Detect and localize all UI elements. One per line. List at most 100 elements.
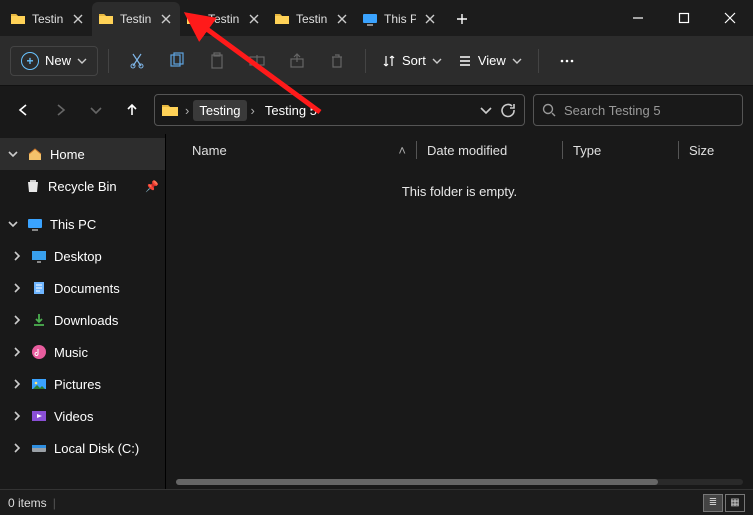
breadcrumb-item[interactable]: Testing 5: [259, 100, 323, 121]
sidebar-item-home[interactable]: Home: [0, 138, 165, 170]
sidebar-item-documents[interactable]: Documents: [0, 272, 165, 304]
disk-icon: [30, 439, 48, 457]
main-area: Home Recycle Bin 📌 This PC Desktop Docum…: [0, 134, 753, 489]
command-bar: + New Sort View: [0, 36, 753, 86]
view-button[interactable]: View: [452, 43, 528, 79]
separator: [108, 49, 109, 73]
separator: [538, 49, 539, 73]
nav-pane[interactable]: Home Recycle Bin 📌 This PC Desktop Docum…: [0, 134, 165, 489]
sidebar-item-pictures[interactable]: Pictures: [0, 368, 165, 400]
sort-label: Sort: [402, 53, 426, 68]
sidebar-item-music[interactable]: Music: [0, 336, 165, 368]
downloads-icon: [30, 311, 48, 329]
forward-button[interactable]: [46, 102, 74, 118]
delete-button[interactable]: [319, 43, 355, 79]
empty-folder-message: This folder is empty.: [166, 184, 753, 199]
search-input[interactable]: Search Testing 5: [533, 94, 743, 126]
chevron-down-icon[interactable]: [6, 219, 20, 229]
up-button[interactable]: [118, 102, 146, 118]
tab-3[interactable]: Testin: [268, 2, 356, 36]
close-tab-icon[interactable]: [158, 11, 174, 27]
chevron-right-icon[interactable]: [10, 315, 24, 325]
refresh-button[interactable]: [500, 102, 516, 118]
view-icon: [458, 54, 472, 68]
chevron-down-icon: [77, 56, 87, 66]
col-size[interactable]: Size: [679, 143, 753, 158]
maximize-button[interactable]: [661, 0, 707, 36]
chevron-right-icon[interactable]: [10, 411, 24, 421]
tab-strip: Testin Testin Testin Testin This P: [0, 0, 615, 36]
close-tab-icon[interactable]: [70, 11, 86, 27]
sort-icon: [382, 54, 396, 68]
tab-label: Testin: [32, 12, 64, 26]
home-icon: [26, 145, 44, 163]
new-button[interactable]: + New: [10, 46, 98, 76]
item-count: 0 items: [8, 496, 47, 510]
chevron-right-icon[interactable]: [10, 379, 24, 389]
copy-button[interactable]: [159, 43, 195, 79]
chevron-right-icon[interactable]: [10, 283, 24, 293]
chevron-down-icon[interactable]: [6, 149, 20, 159]
close-window-button[interactable]: [707, 0, 753, 36]
sidebar-item-thispc[interactable]: This PC: [0, 208, 165, 240]
paste-button[interactable]: [199, 43, 235, 79]
close-tab-icon[interactable]: [334, 11, 350, 27]
sort-indicator-icon: ˄: [398, 143, 406, 158]
cut-button[interactable]: [119, 43, 155, 79]
close-tab-icon[interactable]: [246, 11, 262, 27]
recent-locations-button[interactable]: [82, 104, 110, 116]
horizontal-scrollbar[interactable]: [176, 479, 743, 485]
col-date[interactable]: Date modified: [417, 143, 562, 158]
search-placeholder: Search Testing 5: [564, 103, 661, 118]
sidebar-item-recycle[interactable]: Recycle Bin 📌: [0, 170, 165, 202]
more-button[interactable]: [549, 43, 585, 79]
view-label: View: [478, 53, 506, 68]
title-bar: Testin Testin Testin Testin This P: [0, 0, 753, 36]
minimize-button[interactable]: [615, 0, 661, 36]
col-type[interactable]: Type: [563, 143, 678, 158]
chevron-down-icon: [512, 56, 522, 66]
documents-icon: [30, 279, 48, 297]
chevron-right-icon[interactable]: ›: [183, 103, 191, 118]
tab-label: Testin: [296, 12, 328, 26]
pin-icon: 📌: [145, 180, 159, 193]
pictures-icon: [30, 375, 48, 393]
status-bar: 0 items | ≣ ▦: [0, 489, 753, 515]
tab-1[interactable]: Testin: [92, 2, 180, 36]
tab-0[interactable]: Testin: [4, 2, 92, 36]
history-dropdown-icon[interactable]: [480, 104, 492, 116]
sidebar-item-downloads[interactable]: Downloads: [0, 304, 165, 336]
thumbnails-view-toggle[interactable]: ▦: [725, 494, 745, 512]
close-tab-icon[interactable]: [422, 11, 438, 27]
chevron-right-icon[interactable]: ›: [249, 103, 257, 118]
share-button[interactable]: [279, 43, 315, 79]
address-bar[interactable]: › Testing › Testing 5: [154, 94, 525, 126]
chevron-right-icon[interactable]: [10, 443, 24, 453]
tab-label: This P: [384, 12, 416, 26]
sidebar-item-videos[interactable]: Videos: [0, 400, 165, 432]
sort-button[interactable]: Sort: [376, 43, 448, 79]
desktop-icon: [30, 247, 48, 265]
separator: [365, 49, 366, 73]
tab-4[interactable]: This P: [356, 2, 444, 36]
tab-label: Testin: [208, 12, 240, 26]
breadcrumb-item[interactable]: Testing: [193, 100, 246, 121]
sidebar-item-desktop[interactable]: Desktop: [0, 240, 165, 272]
pc-icon: [362, 11, 378, 27]
tab-2[interactable]: Testin: [180, 2, 268, 36]
tab-label: Testin: [120, 12, 152, 26]
back-button[interactable]: [10, 102, 38, 118]
details-view-toggle[interactable]: ≣: [703, 494, 723, 512]
file-list-pane: Name ˄ Date modified Type Size This fold…: [165, 134, 753, 489]
column-headers: Name ˄ Date modified Type Size: [166, 134, 753, 166]
chevron-right-icon[interactable]: [10, 251, 24, 261]
chevron-down-icon: [432, 56, 442, 66]
sidebar-item-localdisk[interactable]: Local Disk (C:): [0, 432, 165, 464]
new-tab-button[interactable]: [444, 2, 480, 36]
chevron-right-icon[interactable]: [10, 347, 24, 357]
new-label: New: [45, 53, 71, 68]
rename-button[interactable]: [239, 43, 275, 79]
address-bar-row: › Testing › Testing 5 Search Testing 5: [0, 86, 753, 134]
col-name[interactable]: Name ˄: [166, 143, 416, 158]
folder-icon: [10, 11, 26, 27]
